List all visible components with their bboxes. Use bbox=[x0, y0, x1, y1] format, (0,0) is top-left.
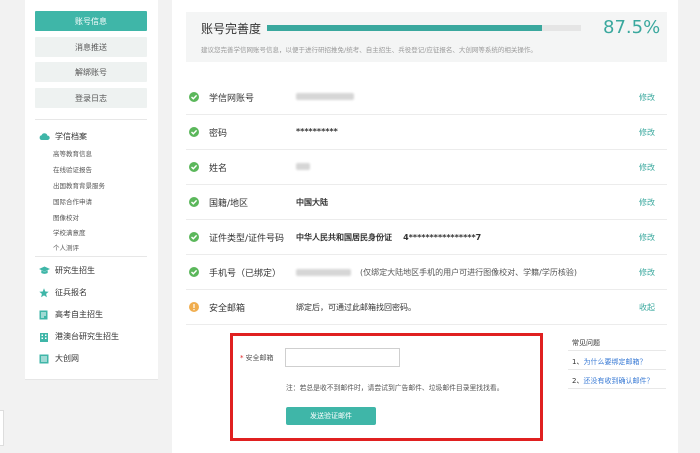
row-phone: 手机号（已绑定） (仅绑定大陆地区手机的用户可进行图像校对、学籍/学历核验) 修… bbox=[186, 255, 667, 290]
check-icon bbox=[189, 162, 199, 172]
row-phone-label: 手机号（已绑定） bbox=[209, 269, 282, 279]
row-name-label: 姓名 bbox=[209, 164, 228, 174]
row-account-value bbox=[296, 92, 354, 101]
sidebar-hkmt-graduate-label: 港澳台研究生招生 bbox=[55, 332, 119, 341]
masked-value bbox=[296, 269, 351, 276]
check-icon bbox=[189, 267, 199, 277]
sidebar-account-info-button[interactable]: 账号信息 bbox=[35, 11, 147, 31]
row-name: 姓名 修改 bbox=[186, 150, 667, 185]
sidebar-item-overseas-background[interactable]: 出国教育背景服务 bbox=[53, 180, 105, 190]
row-name-value bbox=[296, 162, 310, 171]
row-phone-hint: (仅绑定大陆地区手机的用户可进行图像校对、学籍/学历核验) bbox=[360, 268, 577, 277]
email-form-label-text: 安全邮箱 bbox=[245, 354, 274, 362]
faq-divider bbox=[568, 350, 666, 351]
sidebar-item-personal-assessment[interactable]: 个人测评 bbox=[53, 242, 79, 252]
sidebar-conscription-label: 征兵报名 bbox=[55, 288, 87, 297]
row-id-document: 证件类型/证件号码 中华人民共和国居民身份证 4****************… bbox=[186, 220, 667, 255]
faq-item[interactable]: 2、还没有收到确认邮件？ bbox=[572, 376, 653, 386]
building-icon bbox=[39, 332, 50, 342]
row-id-document-value: 中华人民共和国居民身份证 4****************7 bbox=[296, 233, 482, 242]
completeness-percent: 87.5% bbox=[603, 17, 661, 38]
row-phone-value: (仅绑定大陆地区手机的用户可进行图像校对、学籍/学历核验) bbox=[296, 267, 577, 278]
row-account-edit-link[interactable]: 修改 bbox=[639, 92, 655, 103]
row-nationality-label: 国籍/地区 bbox=[209, 199, 249, 209]
sidebar-item-innovation-network[interactable]: 大创网 bbox=[39, 353, 79, 364]
sidebar-item-conscription[interactable]: 征兵报名 bbox=[39, 287, 87, 298]
row-security-email-collapse-link[interactable]: 收起 bbox=[639, 302, 655, 313]
row-nationality-edit-link[interactable]: 修改 bbox=[639, 197, 655, 208]
row-phone-edit-link[interactable]: 修改 bbox=[639, 267, 655, 278]
row-name-edit-link[interactable]: 修改 bbox=[639, 162, 655, 173]
row-security-email-value: 绑定后，可通过此邮箱找回密码。 bbox=[296, 303, 416, 312]
row-password-value: ********** bbox=[296, 127, 338, 136]
completeness-card: 账号完善度 87.5% 建议您完善学信网账号信息，以便于进行研招推免/统考、自主… bbox=[186, 12, 667, 62]
sidebar: 账号信息 消息推送 解绑账号 登录日志 学信档案 高等教育信息 在线验证报告 出… bbox=[25, 0, 158, 380]
email-form-note: 注：若总是收不到邮件时，请尝试到广告邮件、垃圾邮件目录里找找看。 bbox=[286, 384, 504, 392]
sidebar-message-push-button[interactable]: 消息推送 bbox=[35, 37, 147, 57]
send-verification-email-button[interactable]: 发送验证邮件 bbox=[286, 407, 376, 425]
warning-icon bbox=[189, 302, 199, 312]
faq-item[interactable]: 1、为什么要绑定邮箱？ bbox=[572, 357, 646, 367]
faq-title: 常见问题 bbox=[572, 339, 600, 347]
document-icon bbox=[39, 310, 50, 320]
row-security-email: 安全邮箱 绑定后，可通过此邮箱找回密码。 收起 bbox=[186, 290, 667, 325]
faq-item-link[interactable]: 为什么要绑定邮箱？ bbox=[583, 358, 646, 366]
row-password: 密码 ********** 修改 bbox=[186, 115, 667, 150]
row-id-document-edit-link[interactable]: 修改 bbox=[639, 232, 655, 243]
faq-item-link[interactable]: 还没有收到确认邮件？ bbox=[583, 377, 653, 385]
sidebar-archive-label: 学信档案 bbox=[55, 132, 87, 141]
row-id-document-label: 证件类型/证件号码 bbox=[209, 234, 285, 244]
sidebar-divider bbox=[35, 256, 147, 257]
graduation-cap-icon bbox=[39, 266, 50, 276]
row-password-label: 密码 bbox=[209, 129, 228, 139]
sidebar-independent-admission-label: 高考自主招生 bbox=[55, 310, 103, 319]
completeness-progress-fill bbox=[267, 25, 542, 31]
completeness-progress-bar bbox=[267, 25, 581, 31]
sidebar-graduate-admission-label: 研究生招生 bbox=[55, 266, 95, 275]
email-form-label: * 安全邮箱 bbox=[240, 353, 274, 363]
floating-edge-tab[interactable] bbox=[0, 410, 4, 446]
sidebar-divider bbox=[35, 119, 147, 120]
sidebar-item-image-proofreading[interactable]: 图像校对 bbox=[53, 212, 79, 222]
sidebar-login-log-button[interactable]: 登录日志 bbox=[35, 88, 147, 108]
sidebar-item-online-verification[interactable]: 在线验证报告 bbox=[53, 164, 92, 174]
row-nationality-value: 中国大陆 bbox=[296, 198, 328, 207]
faq-divider bbox=[568, 388, 666, 389]
faq-item-number: 1、 bbox=[572, 358, 584, 366]
masked-value bbox=[296, 163, 310, 170]
sidebar-innovation-network-label: 大创网 bbox=[55, 354, 79, 363]
security-email-input[interactable] bbox=[285, 348, 400, 367]
check-icon bbox=[189, 197, 199, 207]
sidebar-item-higher-education[interactable]: 高等教育信息 bbox=[53, 148, 92, 158]
row-password-edit-link[interactable]: 修改 bbox=[639, 127, 655, 138]
masked-value bbox=[296, 93, 354, 100]
sidebar-item-international-cooperation[interactable]: 国际合作申请 bbox=[53, 196, 92, 206]
sidebar-item-school-satisfaction[interactable]: 学校满意度 bbox=[53, 227, 86, 237]
completeness-title: 账号完善度 bbox=[201, 22, 262, 36]
star-icon bbox=[39, 287, 50, 298]
row-security-email-label: 安全邮箱 bbox=[209, 304, 246, 314]
sidebar-item-graduate-admission[interactable]: 研究生招生 bbox=[39, 265, 95, 276]
sidebar-item-independent-admission[interactable]: 高考自主招生 bbox=[39, 309, 103, 320]
sidebar-archive-header[interactable]: 学信档案 bbox=[39, 131, 87, 142]
row-account: 学信网账号 修改 bbox=[186, 80, 667, 115]
row-nationality: 国籍/地区 中国大陆 修改 bbox=[186, 185, 667, 220]
faq-divider bbox=[568, 369, 666, 370]
faq-item-number: 2、 bbox=[572, 377, 584, 385]
grid-icon bbox=[39, 354, 50, 364]
check-icon bbox=[189, 127, 199, 137]
completeness-note: 建议您完善学信网账号信息，以便于进行研招推免/统考、自主招生、兵役登记/应征报名… bbox=[201, 46, 537, 54]
row-account-label: 学信网账号 bbox=[209, 94, 255, 104]
sidebar-unbind-account-button[interactable]: 解绑账号 bbox=[35, 62, 147, 82]
cloud-icon bbox=[39, 132, 50, 142]
sidebar-item-hkmt-graduate[interactable]: 港澳台研究生招生 bbox=[39, 331, 119, 342]
check-icon bbox=[189, 92, 199, 102]
required-mark: * bbox=[240, 354, 244, 362]
check-icon bbox=[189, 232, 199, 242]
